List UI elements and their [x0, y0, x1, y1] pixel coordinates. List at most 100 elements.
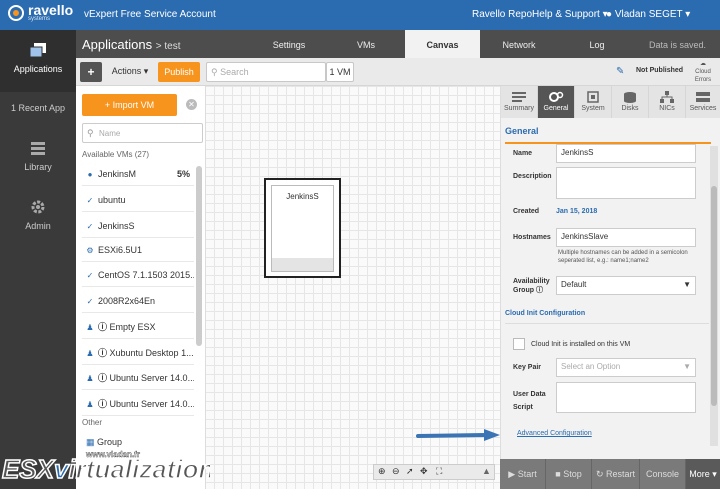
page-title: Applications > test: [82, 37, 180, 52]
cloud-init-title: Cloud Init Configuration: [505, 310, 586, 317]
ravello-logo[interactable]: ravello systems: [8, 3, 73, 22]
users-icon: ♟: [86, 349, 94, 358]
list-item[interactable]: ♟ ⓘ Ubuntu Server 14.0...: [82, 392, 194, 416]
vm-name: Empty ESX: [109, 322, 156, 332]
vm-name: 2008R2x64En: [98, 296, 156, 306]
vm-name: Ubuntu Server 14.0...: [109, 373, 194, 383]
tab-vms[interactable]: VMs: [331, 30, 401, 58]
actions-menu[interactable]: Actions ▾: [106, 62, 154, 82]
list-item[interactable]: ✓ JenkinsS: [82, 214, 194, 238]
info-icon: ⓘ: [98, 399, 110, 409]
user-name: Vladan SEGET: [614, 9, 683, 20]
vm-name: ESXi6.5U1: [98, 245, 143, 255]
vm-name: Xubuntu Desktop 1...: [109, 348, 194, 358]
search-icon: ⚲: [87, 128, 94, 138]
key-pair-select[interactable]: Select an Option ▼: [556, 358, 696, 377]
stop-button[interactable]: ■ Stop: [546, 459, 592, 489]
scrollbar-thumb[interactable]: [711, 186, 717, 406]
help-support-label: Help & Support: [532, 9, 600, 20]
zoom-in-icon[interactable]: ⊕: [378, 466, 386, 477]
canvas-zoom-controls: ⊕ ⊖ ➚ ✥ ⛶ ▲: [373, 464, 495, 480]
tab-label: System: [581, 105, 605, 112]
description-field[interactable]: [556, 167, 696, 199]
add-button[interactable]: +: [80, 62, 102, 82]
tab-system[interactable]: System: [575, 86, 612, 118]
sidebar-item-recent-app[interactable]: 1 Recent App: [0, 103, 76, 113]
available-vms-label: Available VMs (27): [82, 150, 149, 159]
hostnames-field[interactable]: JenkinsSlave: [556, 228, 696, 247]
cloud-errors-button[interactable]: ☁ Cloud Errors: [687, 60, 719, 84]
tab-label: Services: [689, 105, 717, 112]
vm-node-footer: [272, 258, 333, 271]
ravello-repo-link[interactable]: Ravello Repo: [472, 9, 532, 20]
vm-list-scrollbar[interactable]: [196, 166, 202, 346]
tab-summary[interactable]: Summary: [501, 86, 538, 118]
info-icon: ⓘ: [98, 322, 110, 332]
vm-node-jenkinss[interactable]: JenkinsS: [264, 178, 341, 278]
cloud-init-checkbox[interactable]: [513, 338, 525, 350]
tab-general[interactable]: General: [538, 86, 575, 118]
help-support-menu[interactable]: Help & Support ▾: [532, 9, 608, 20]
tab-canvas[interactable]: Canvas: [405, 30, 480, 58]
tab-network[interactable]: Network: [484, 30, 554, 58]
chevron-down-icon: ▾: [685, 9, 691, 20]
console-button[interactable]: Console: [640, 459, 686, 489]
canvas-search[interactable]: ⚲ Search: [206, 62, 326, 82]
collapse-icon[interactable]: ▲: [482, 466, 491, 476]
availability-group-select[interactable]: Default ▼: [556, 276, 696, 295]
breadcrumb[interactable]: > test: [156, 41, 181, 52]
canvas-toolbar: + Actions ▾ Publish ⚲ Search 1 VM ✎ Not …: [76, 58, 720, 86]
play-icon: ▶: [508, 469, 516, 479]
sidebar-item-label: Applications: [13, 64, 63, 74]
disks-icon: [624, 92, 636, 103]
summary-icon: [512, 92, 526, 102]
list-item[interactable]: ● JenkinsM 5%: [82, 162, 194, 186]
publish-button[interactable]: Publish: [158, 62, 200, 82]
close-icon[interactable]: ✕: [186, 99, 197, 110]
availability-label-line1: Availability: [513, 278, 550, 285]
user-menu[interactable]: ● Vladan SEGET ▾: [606, 9, 690, 20]
list-item[interactable]: ♟ ⓘ Ubuntu Server 14.0...: [82, 366, 194, 390]
list-item[interactable]: ✓ CentOS 7.1.1503 2015...: [82, 263, 194, 287]
import-vm-button[interactable]: + Import VM: [82, 94, 177, 116]
vm-name-search[interactable]: ⚲ Name: [82, 123, 203, 143]
other-label: Other: [82, 418, 103, 427]
vm-name: Ubuntu Server 14.0...: [109, 399, 194, 409]
tab-log[interactable]: Log: [562, 30, 632, 58]
info-icon: ⓘ: [535, 287, 543, 294]
advanced-configuration-link[interactable]: Advanced Configuration: [517, 430, 592, 437]
gear-icon: ⚙: [86, 246, 94, 255]
tab-settings[interactable]: Settings: [254, 30, 324, 58]
sidebar-item-applications[interactable]: Applications: [0, 30, 76, 92]
cloud-errors-label: Cloud Errors: [694, 69, 712, 83]
fit-icon[interactable]: ⛶: [436, 466, 442, 477]
pan-icon[interactable]: ✥: [420, 466, 428, 477]
zoom-out-icon[interactable]: ⊖: [392, 466, 400, 477]
list-item[interactable]: ✓ ubuntu: [82, 188, 194, 212]
user-data-field[interactable]: [556, 382, 696, 413]
restart-icon: ↻: [595, 469, 604, 479]
start-button[interactable]: ▶ Start: [500, 459, 546, 489]
list-item[interactable]: ✓ 2008R2x64En: [82, 289, 194, 313]
properties-scrollbar[interactable]: [710, 146, 718, 446]
tab-nics[interactable]: NICs: [649, 86, 686, 118]
tab-label: Disks: [621, 105, 639, 112]
list-item[interactable]: ⚙ ESXi6.5U1: [82, 238, 194, 262]
restart-button[interactable]: ↻ Restart: [592, 459, 640, 489]
cloud-init-label: Cloud Init is installed on this VM: [531, 341, 631, 348]
name-field[interactable]: JenkinsS: [556, 144, 696, 163]
page-title-text: Applications: [82, 37, 153, 52]
tab-disks[interactable]: Disks: [612, 86, 649, 118]
list-item[interactable]: ♟ ⓘ Xubuntu Desktop 1...: [82, 341, 194, 365]
availability-label: Availability Group ⓘ: [513, 277, 550, 295]
tab-services[interactable]: Services: [686, 86, 720, 118]
sidebar-item-admin[interactable]: Admin: [0, 187, 76, 231]
more-button[interactable]: More ▾: [686, 459, 720, 489]
key-pair-label: Key Pair: [513, 364, 542, 371]
sidebar-item-library[interactable]: Library: [0, 128, 76, 172]
chevron-down-icon: ▾: [143, 66, 149, 76]
users-icon: ♟: [86, 400, 94, 409]
pointer-icon[interactable]: ➚: [406, 466, 414, 477]
library-icon: [31, 142, 45, 155]
list-item[interactable]: ♟ ⓘ Empty ESX: [82, 315, 194, 339]
